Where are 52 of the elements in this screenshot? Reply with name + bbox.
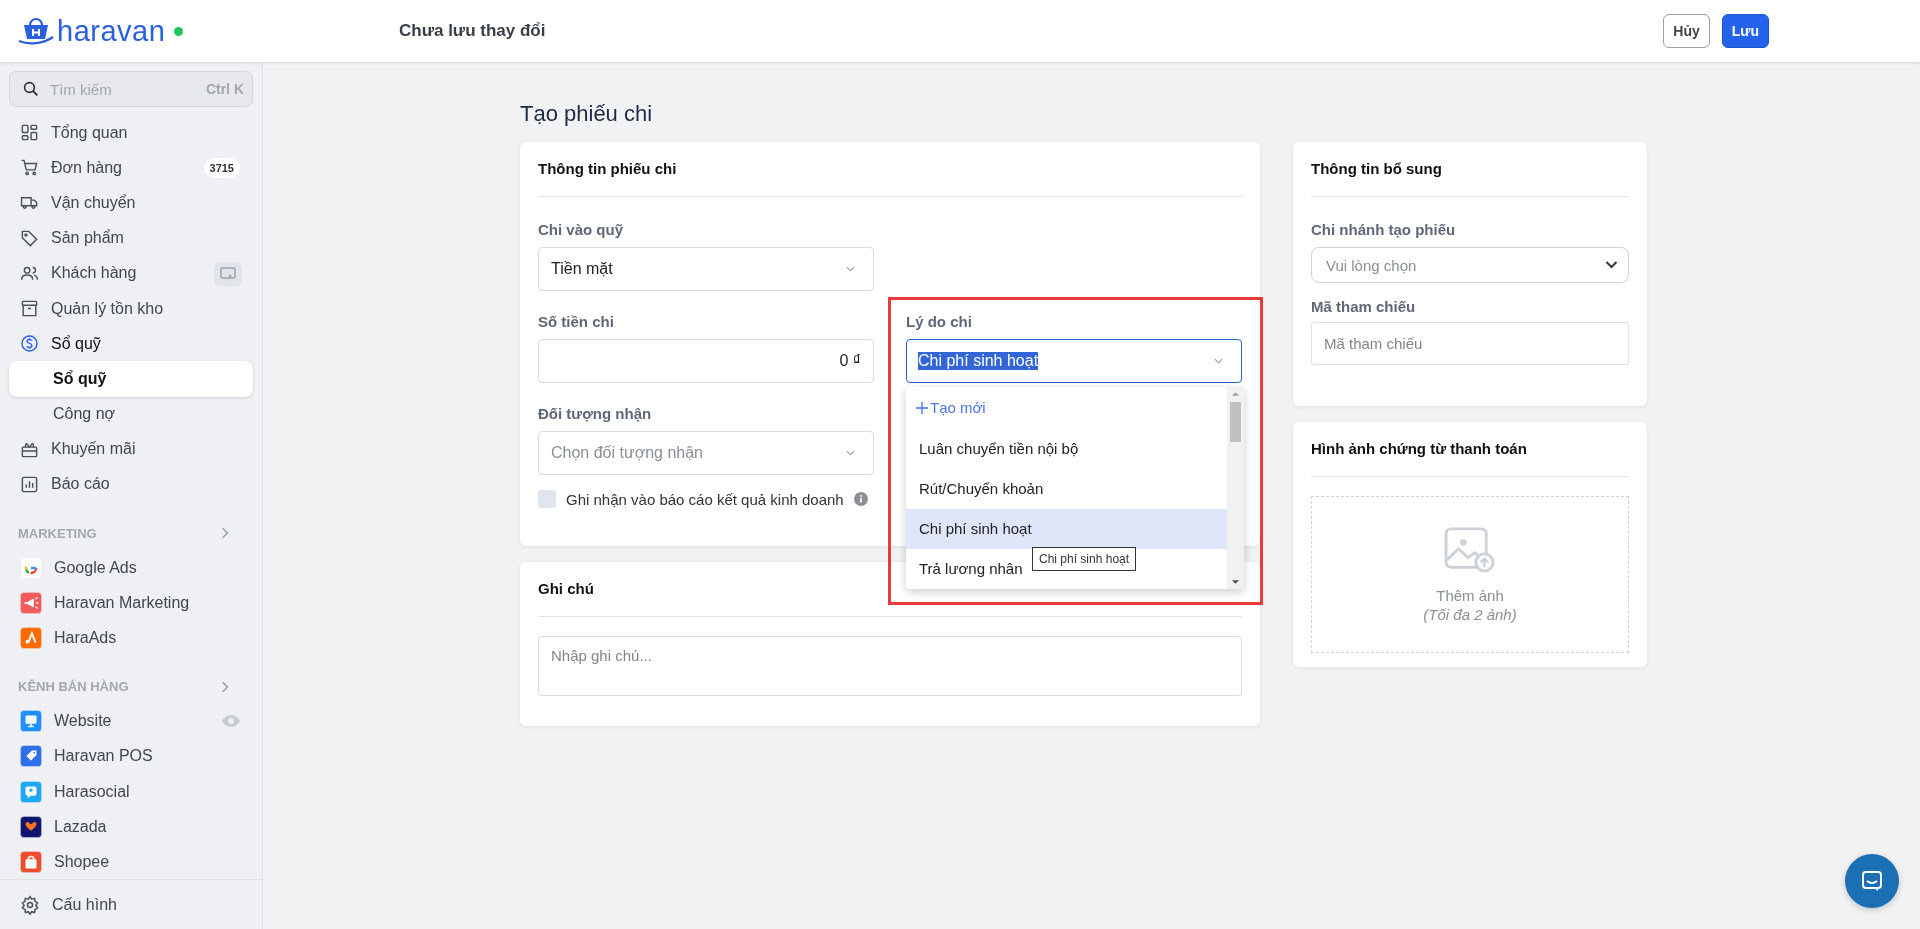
app-item[interactable]: Shopee [9,844,253,879]
app-item[interactable]: Haravan Marketing [9,585,253,621]
field-label: Mã tham chiếu [1311,297,1417,317]
app-item[interactable]: Haravan POS [9,738,253,774]
amount-field[interactable]: 0 ₫ [538,339,874,383]
reference-field[interactable]: Mã tham chiếu [1311,322,1629,365]
field-label: Lý do chi [906,312,973,332]
notes-field[interactable]: Nhập ghi chú... [538,636,1242,696]
field-label: Số tiền chi [538,312,615,332]
unsaved-status: Chưa lưu thay đổi [399,21,546,41]
nav-item[interactable]: Đơn hàng [9,150,128,186]
dropdown-option[interactable]: Rút/Chuyển khoản [919,480,1044,497]
nav-item[interactable]: Sản phẩm [9,220,130,256]
field-label: Đối tượng nhận [538,404,653,424]
dropdown-option[interactable]: Chi phí sinh hoạt [919,520,1032,537]
search-input[interactable]: Tìm kiếm [48,79,198,99]
app-item[interactable]: Lazada [9,809,253,845]
nav-item[interactable]: Tổng quan [9,115,134,151]
app-item[interactable]: HaraAds [9,620,253,656]
upload-limit: (Tối đa 2 ảnh) [1423,605,1517,623]
nav-item[interactable]: Vận chuyển [9,185,142,221]
nav-item[interactable]: Quản lý tồn kho [9,290,170,327]
app-item[interactable]: Website [9,703,253,739]
logo-text: haravan [57,14,166,48]
count-badge: 3715 [203,158,240,179]
nav-subitem[interactable]: Sổ quỹ [9,361,253,397]
shortcut-hint: Ctrl K [205,81,244,97]
card-title: Thông tin phiếu chi [538,142,1242,197]
checkbox-label: Ghi nhận vào báo cáo kết quả kinh doanh [566,490,844,508]
reason-select[interactable]: Chi phí sinh hoạt [906,339,1242,383]
app-item[interactable]: Harasocial [9,774,253,810]
section-heading: MARKETING [18,525,97,541]
dropdown-option[interactable]: Luân chuyển tiền nội bộ [919,440,1079,457]
page-title: Tạo phiếu chi [520,100,654,128]
create-option[interactable]: Tạo mới [906,387,1227,429]
nav-item[interactable]: Khuyến mãi [9,431,142,467]
dropdown-option[interactable]: Trả lương nhân [919,560,1023,577]
field-label: Chi nhánh tạo phiếu [1311,220,1457,240]
card-title: Thông tin bổ sung [1311,142,1629,197]
nav-subitem[interactable]: Công nợ [9,396,253,432]
nav-item[interactable]: Sổ quỹ [9,326,107,362]
upload-label: Thêm ảnh [1436,586,1504,604]
app-item[interactable]: Google Ads [9,550,253,586]
tooltip: Chi phí sinh hoạt [1032,547,1137,571]
fund-select[interactable]: Tiền mặt [538,247,874,291]
nav-item[interactable]: Báo cáo [9,466,116,503]
nav-item[interactable]: Khách hàng [9,255,143,291]
field-label: Chi vào quỹ [538,220,624,240]
section-heading: KÊNH BÁN HÀNG [18,679,129,695]
cancel-button[interactable]: Hủy [1663,14,1710,48]
card-title: Hình ảnh chứng từ thanh toán [1311,422,1629,477]
save-button[interactable]: Lưu [1721,14,1769,48]
